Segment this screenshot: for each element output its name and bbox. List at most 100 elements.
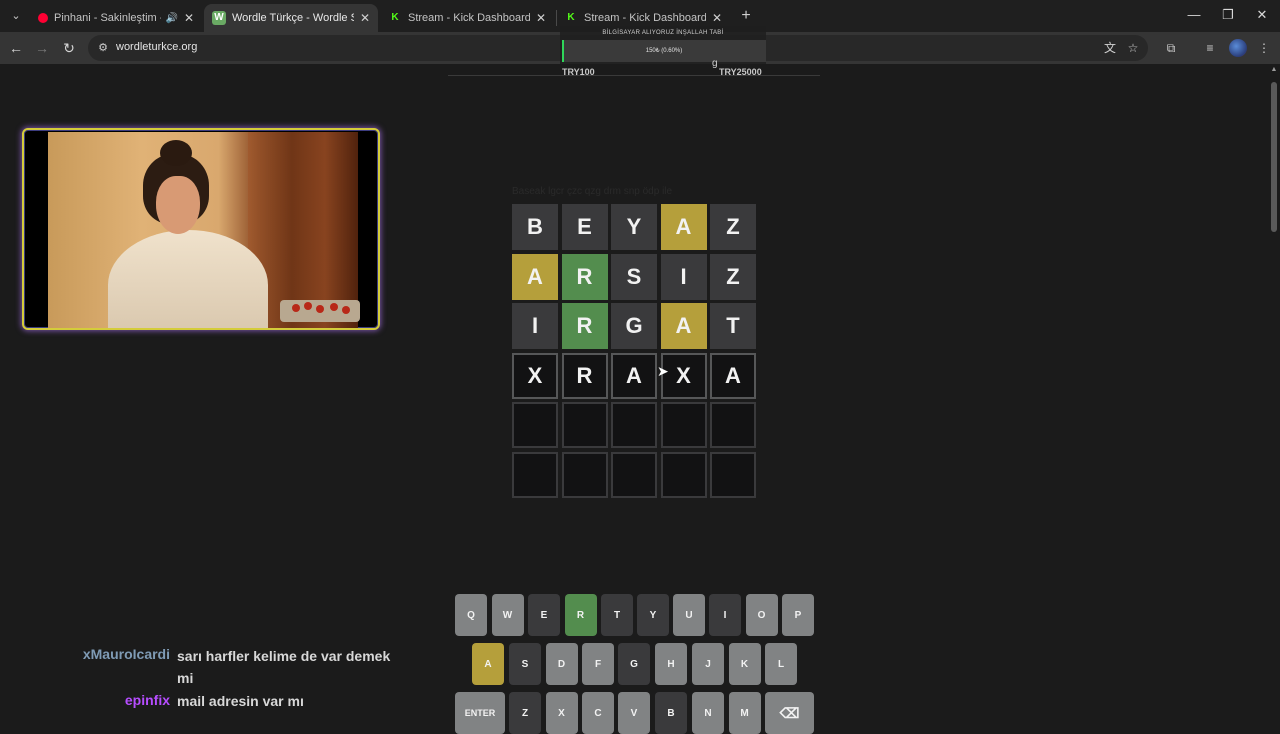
- wordle-tile: G: [611, 303, 657, 349]
- webcam-fruit: [342, 306, 350, 314]
- scroll-up-arrow-icon[interactable]: ▲: [1270, 66, 1278, 74]
- donation-progress-bar: 150₺ (0.60%): [562, 40, 766, 62]
- menu-kebab-icon[interactable]: ⋮: [1255, 39, 1273, 57]
- tab-wordle[interactable]: W Wordle Türkçe - Wordle Sınırsız ✕: [204, 4, 378, 32]
- back-arrow-icon[interactable]: ←: [6, 38, 26, 58]
- webcam-fruit: [330, 303, 338, 311]
- wordle-tile: A: [512, 253, 558, 300]
- wordle-tile: R: [561, 303, 608, 349]
- close-icon[interactable]: ✕: [360, 11, 370, 25]
- wordle-tile: [512, 451, 558, 498]
- key-e[interactable]: E: [528, 594, 560, 636]
- youtube-icon: [38, 13, 48, 23]
- key-k[interactable]: K: [728, 643, 761, 685]
- wordle-tile: [561, 402, 608, 448]
- key-f[interactable]: F: [582, 643, 614, 685]
- key-b[interactable]: B: [655, 692, 687, 734]
- wordle-tile: [660, 451, 707, 498]
- webcam-person-robe: [108, 230, 268, 328]
- translate-icon[interactable]: 文: [1101, 39, 1119, 57]
- key-g[interactable]: G: [618, 643, 650, 685]
- kick-favicon-icon: K: [391, 12, 399, 23]
- key-d[interactable]: D: [545, 643, 578, 685]
- site-info-icon[interactable]: ⚙: [96, 41, 110, 55]
- new-tab-button[interactable]: +: [736, 6, 756, 26]
- wordle-tile: S: [611, 253, 657, 300]
- key-y[interactable]: Y: [637, 594, 669, 636]
- key-h[interactable]: H: [655, 643, 687, 685]
- wordle-tile: [710, 451, 756, 498]
- key-x[interactable]: X: [545, 692, 578, 734]
- bookmark-star-icon[interactable]: ☆: [1124, 39, 1142, 57]
- key-z[interactable]: Z: [509, 692, 541, 734]
- key-q[interactable]: Q: [455, 594, 487, 636]
- mouse-cursor-icon: ➤: [657, 363, 669, 379]
- key-m[interactable]: M: [728, 692, 761, 734]
- header-fragment: ɡ: [712, 58, 718, 69]
- close-icon[interactable]: ✕: [536, 11, 546, 25]
- key-n[interactable]: N: [692, 692, 724, 734]
- wordle-tile: [611, 402, 657, 448]
- wordle-tile: A: [611, 352, 657, 399]
- wordle-tile: [512, 402, 558, 448]
- webcam-fruit: [316, 305, 324, 313]
- webcam-fruit: [292, 304, 300, 312]
- wordle-tile: A: [660, 204, 707, 250]
- wordle-tile: Z: [710, 204, 756, 250]
- tab-kick-1[interactable]: K Stream - Kick Dashboard ✕: [380, 4, 554, 32]
- wordle-tile: [710, 402, 756, 448]
- media-control-icon[interactable]: ≡: [1201, 39, 1219, 57]
- chat-text: mail adresin var mı: [177, 693, 304, 709]
- tab-youtube[interactable]: Pinhani - Sakinleştim - YouTube 🔊 ✕: [28, 4, 202, 32]
- speaker-icon[interactable]: 🔊: [165, 13, 177, 24]
- forward-arrow-icon[interactable]: →: [32, 38, 52, 58]
- scrollbar-thumb[interactable]: [1271, 82, 1277, 232]
- donation-goal-title: BİLGİSAYAR ALIYORUZ İNŞALLAH TABİ: [602, 30, 724, 36]
- window-close-icon[interactable]: ✕: [1245, 4, 1279, 26]
- key-o[interactable]: O: [745, 594, 778, 636]
- backspace-key[interactable]: ⌫: [765, 692, 814, 734]
- key-j[interactable]: J: [692, 643, 724, 685]
- key-l[interactable]: L: [765, 643, 797, 685]
- close-icon[interactable]: ✕: [184, 11, 194, 25]
- wordle-tile: I: [512, 303, 558, 349]
- key-v[interactable]: V: [618, 692, 650, 734]
- wordle-tile: T: [710, 303, 756, 349]
- key-a[interactable]: A: [472, 643, 504, 685]
- minimize-icon[interactable]: —: [1177, 4, 1211, 26]
- key-t[interactable]: T: [601, 594, 633, 636]
- header-divider: [448, 75, 820, 76]
- key-s[interactable]: S: [509, 643, 541, 685]
- tab-title: Pinhani - Sakinleştim - YouTube: [54, 12, 161, 24]
- close-icon[interactable]: ✕: [712, 11, 722, 25]
- chat-username: xMauroIcardi: [82, 646, 170, 662]
- wordle-tile: E: [561, 204, 608, 250]
- webcam-feed: [48, 132, 360, 328]
- tab-search-icon[interactable]: ⌄: [6, 6, 26, 26]
- key-u[interactable]: U: [673, 594, 705, 636]
- wordle-tile: I: [660, 253, 707, 300]
- url-text[interactable]: wordleturkce.org: [116, 41, 197, 53]
- wordle-favicon-icon: W: [212, 11, 226, 25]
- extensions-icon[interactable]: ⧉: [1162, 39, 1180, 57]
- wordle-tile: Z: [710, 253, 756, 300]
- key-c[interactable]: C: [582, 692, 614, 734]
- chat-text: sarı harfler kelime de var demek mi: [177, 648, 391, 686]
- key-p[interactable]: P: [782, 594, 814, 636]
- webcam-overlay: [22, 128, 380, 330]
- profile-avatar[interactable]: [1229, 39, 1247, 57]
- wordle-tile: A: [660, 303, 707, 349]
- webcam-person-bun: [160, 140, 192, 166]
- wordle-tile: A: [710, 352, 756, 399]
- wordle-tile: [660, 402, 707, 448]
- key-w[interactable]: W: [491, 594, 524, 636]
- reload-icon[interactable]: ↻: [59, 38, 79, 58]
- restore-icon[interactable]: ❐: [1211, 4, 1245, 26]
- wordle-tile: Y: [611, 204, 657, 250]
- key-r[interactable]: R: [564, 594, 597, 636]
- key-i[interactable]: I: [709, 594, 741, 636]
- tab-title: Wordle Türkçe - Wordle Sınırsız: [232, 12, 354, 24]
- kick-favicon-icon: K: [567, 12, 575, 23]
- enter-key[interactable]: ENTER: [455, 692, 505, 734]
- wordle-tile: [561, 451, 608, 498]
